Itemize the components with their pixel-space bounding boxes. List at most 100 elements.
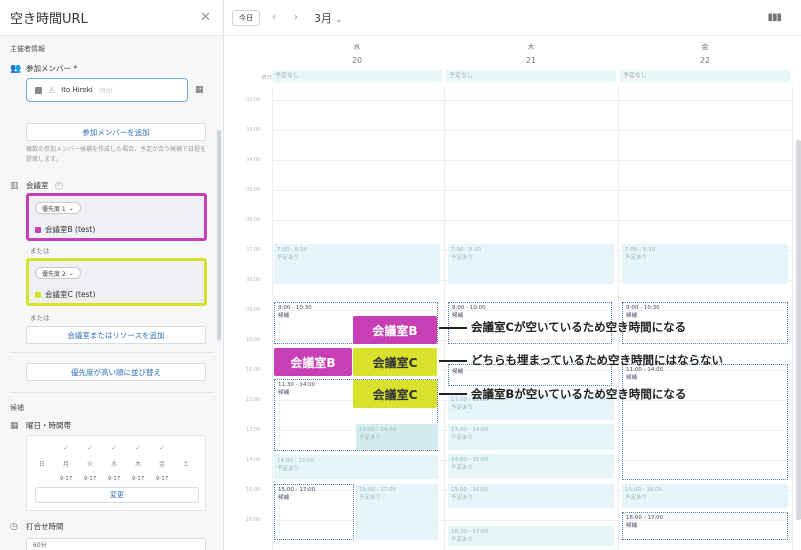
sort-priority-button[interactable]: 優先度が高い順に並び替え [26, 363, 206, 381]
event-title: 予定あり [451, 435, 474, 441]
hour-label: 10:00 [246, 337, 261, 343]
event-title: 候補 [626, 523, 638, 529]
allday-event[interactable]: 予定なし [620, 70, 790, 82]
weekday: 木 [527, 43, 535, 51]
weekday-label: ▦ 曜日・時間帯 [10, 420, 71, 431]
event-title: 予定あり [625, 495, 648, 501]
annotation-room-b: 会議室B [274, 348, 352, 376]
month-label: 3月 [314, 11, 332, 25]
organizer-section-title: 主催者情報 [10, 45, 45, 53]
day-sun[interactable]: 日 [31, 444, 53, 476]
annotation-note: 会議室Cが空いているため空き時間になる [471, 320, 687, 334]
member-field[interactable]: ♙ Ito Hiroki (自分) [26, 78, 188, 102]
day-fri[interactable]: ✓ 金 9-17 [151, 444, 173, 482]
check-icon: ✓ [63, 444, 69, 452]
month-select[interactable]: 3月 ⌄ [314, 10, 342, 26]
event-time: 7:00 - 8:30 [625, 247, 656, 253]
day-sat[interactable]: 土 [175, 444, 197, 476]
event-title: 予定あり [451, 255, 474, 261]
event-time: 7:00 - 8:30 [277, 247, 308, 253]
day-mon[interactable]: ✓ 月 9-17 [55, 444, 77, 482]
member-self-tag: (自分) [98, 87, 113, 94]
building-icon: ▥ [10, 180, 19, 191]
candidate-slot[interactable]: 16:00 - 17:00 候補 [622, 512, 788, 540]
member-hint: 複数の参加メンバー候補を作成した場合、予定が合う候補で日程を提案します。 [26, 146, 207, 163]
candidate-slot[interactable]: 15:00 - 17:00 候補 [274, 484, 354, 540]
drag-handle-icon[interactable] [35, 86, 42, 94]
meeting-time-label: ◷ 打合せ時間 [10, 521, 64, 532]
help-icon[interactable]: ? [54, 181, 63, 190]
check-icon [31, 444, 53, 454]
add-member-button[interactable]: 参加メンバーを追加 [26, 123, 206, 141]
add-room-button[interactable]: 会議室またはリソースを追加 [26, 326, 206, 344]
grid-line [444, 86, 445, 550]
day-name: 月 [62, 461, 69, 468]
event-time: 13:00 - 14:00 [451, 427, 489, 433]
member-name: Ito Hiroki [61, 86, 93, 94]
event-title: 予定あり [625, 255, 648, 261]
day-wed[interactable]: ✓ 水 9-17 [103, 444, 125, 482]
duration-select[interactable]: 60分 [26, 538, 206, 550]
person-icon: ♙ [48, 85, 56, 95]
event-block[interactable]: 16:30 - 17:00 予定あり [448, 526, 614, 546]
event-block[interactable]: 13:00 - 14:00 予定あり [356, 424, 438, 450]
calendar-icon[interactable]: ▦ [195, 85, 204, 95]
event-block[interactable]: 7:00 - 8:30 予定あり [274, 244, 440, 284]
chevron-right-icon[interactable]: › [288, 10, 304, 26]
priority-value: 優先度 2 [42, 270, 66, 278]
today-button[interactable]: 今日 [232, 9, 260, 26]
room-name: 会議室C (test) [35, 289, 95, 300]
event-block[interactable]: 13:00 - 14:00 予定あり [448, 424, 614, 450]
priority-select[interactable]: 優先度 1 ⌄ [35, 202, 81, 214]
event-block[interactable]: 15:00 - 17:00 予定あり [356, 484, 438, 540]
event-title: 候補 [626, 313, 638, 319]
event-block[interactable]: 14:00 - 15:00 予定あり [274, 455, 438, 479]
hour-label: 08:00 [246, 277, 261, 283]
allday-event[interactable]: 予定なし [272, 70, 442, 82]
columns-icon[interactable]: ▮▮▮ [767, 12, 781, 23]
event-block[interactable]: 14:00 - 15:00 予定あり [448, 454, 614, 478]
room-label: ▥ 会議室 ? [10, 180, 63, 191]
priority-select[interactable]: 優先度 2 ⌄ [35, 267, 81, 279]
hour-label: 15:00 [246, 487, 261, 493]
event-title: 予定あり [451, 537, 474, 543]
event-block[interactable]: 15:00 - 16:00 予定あり [448, 484, 614, 508]
day-thu[interactable]: ✓ 木 9-17 [127, 444, 149, 482]
event-title: 予定あり [359, 435, 382, 441]
change-button[interactable]: 変更 [35, 487, 199, 503]
chevron-left-icon[interactable]: ‹ [266, 10, 282, 26]
event-block[interactable]: 7:00 - 8:30 予定あり [622, 244, 788, 284]
calendar-icon: ▦ [10, 420, 19, 431]
room-card-b[interactable]: 優先度 1 ⌄ 会議室B (test) [26, 193, 207, 241]
hour-line [272, 130, 792, 131]
event-block[interactable]: 7:00 - 8:30 予定あり [448, 244, 614, 284]
date: 22 [699, 56, 711, 65]
room-card-c[interactable]: 優先度 2 ⌄ 会議室C (test) [26, 258, 207, 306]
candidate-slot[interactable]: 11:00 - 14:00 候補 [622, 364, 788, 480]
annotation-line [439, 327, 467, 329]
check-icon: ✓ [111, 444, 117, 452]
day-name: 土 [182, 461, 189, 468]
day-time: 9-17 [107, 476, 121, 482]
hour-label: 03:00 [246, 127, 261, 133]
priority-value: 優先度 1 [42, 205, 66, 213]
close-icon[interactable]: ✕ [200, 10, 211, 25]
check-icon: ✓ [159, 444, 165, 452]
annotation-note: どちらも埋まっているため空き時間にはならない [471, 353, 723, 367]
sidebar-scrollbar[interactable] [217, 130, 221, 340]
event-time: 15:00 - 16:00 [451, 487, 489, 493]
day-tue[interactable]: ✓ 火 9-17 [79, 444, 101, 482]
event-title: 予定あり [451, 495, 474, 501]
chevron-down-icon: ⌄ [335, 14, 343, 24]
event-time: 14:00 - 15:00 [277, 458, 315, 464]
calendar-scrollbar[interactable] [796, 140, 801, 520]
weekday-label-text: 曜日・時間帯 [26, 421, 71, 430]
day-time: 9-17 [59, 476, 73, 482]
room-name-text: 会議室C (test) [45, 290, 96, 299]
allday-event[interactable]: 予定なし [446, 70, 616, 82]
weekday: 金 [701, 43, 709, 51]
event-block[interactable]: 15:00 - 16:00 予定あり [622, 484, 788, 508]
divider [10, 352, 214, 353]
weekday-selector: 日 ✓ 月 9-17 ✓ 火 9-17 ✓ 水 9-17 ✓ 木 9-17 ✓ 金 9-17 土 変… [26, 435, 206, 511]
hour-label: 07:00 [246, 247, 261, 253]
